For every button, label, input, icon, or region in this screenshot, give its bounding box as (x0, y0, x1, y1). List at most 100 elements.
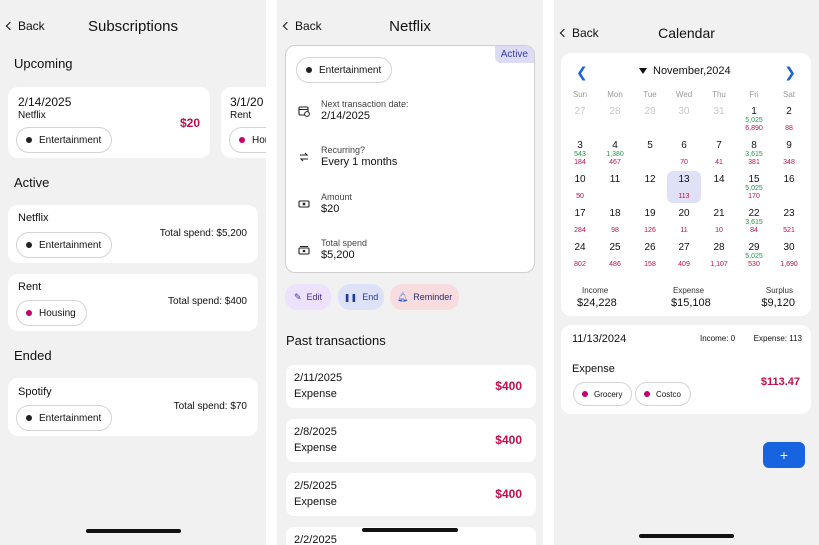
transaction-row[interactable]: 2/11/2025 Expense $400 (286, 365, 536, 408)
day-number: 6 (681, 140, 687, 151)
day-expense-amount: 88 (785, 125, 793, 132)
transaction-date: 2/2/2025 (294, 534, 337, 545)
category-tag: Entertainment (16, 232, 113, 258)
calendar-day-selected[interactable]: 13 113 (667, 171, 701, 203)
home-indicator (362, 528, 458, 532)
day-number: 20 (678, 208, 690, 219)
amount-label: Amount (321, 192, 353, 202)
chevron-left-icon: ❮ (576, 64, 588, 80)
next-date-label: Next transaction date: (321, 99, 409, 109)
transaction-type: Expense (294, 442, 337, 454)
day-number: 3 (577, 140, 583, 151)
calendar-day[interactable]: 22 3,615 84 (737, 205, 771, 237)
weekday-label: Wed (675, 90, 693, 99)
calendar-day[interactable]: 21 10 (702, 205, 736, 237)
total-spend: Total spend: $5,200 (159, 228, 247, 239)
calendar-day[interactable]: 28 1,107 (702, 239, 736, 271)
expense-value: $15,108 (671, 297, 711, 309)
prev-month-button[interactable]: ❮ (576, 64, 588, 81)
calendar-day[interactable]: 1 5,025 6,890 (737, 103, 771, 135)
calendar-day[interactable]: 28 (598, 103, 632, 135)
calendar-day[interactable]: 10 50 (563, 171, 597, 203)
day-number: 28 (713, 242, 725, 253)
calendar-day[interactable]: 7 41 (702, 137, 736, 169)
ended-card-spotify[interactable]: Spotify Entertainment Total spend: $70 (8, 378, 258, 436)
day-number: 27 (574, 106, 586, 117)
calendar-day[interactable]: 19 126 (633, 205, 667, 237)
calendar-day[interactable]: 24 802 (563, 239, 597, 271)
day-expense-amount: 10 (715, 227, 723, 234)
money-stack-icon (298, 246, 310, 255)
amount-value: $20 (321, 203, 340, 215)
calendar-day[interactable]: 17 284 (563, 205, 597, 237)
day-expense-amount: 84 (750, 227, 758, 234)
calendar-day[interactable]: 20 11 (667, 205, 701, 237)
calendar-day[interactable]: 30 1,690 (772, 239, 806, 271)
weekday-label: Fri (749, 90, 759, 99)
day-number: 14 (713, 174, 725, 185)
day-expense-amount: 113 (678, 193, 690, 200)
calendar-day[interactable]: 15 5,025 170 (737, 171, 771, 203)
upcoming-card-netflix[interactable]: 2/14/2025 Netflix Entertainment $20 (8, 87, 210, 158)
recurring-label: Recurring? (321, 145, 366, 155)
dot-icon (239, 137, 245, 143)
calendar-day[interactable]: 23 521 (772, 205, 806, 237)
repeat-icon (299, 152, 309, 162)
calendar-day[interactable]: 27 409 (667, 239, 701, 271)
day-number: 25 (609, 242, 621, 253)
calendar-day[interactable]: 8 3,615 381 (737, 137, 771, 169)
day-expense-amount: 486 (609, 261, 621, 268)
day-number: 27 (678, 242, 690, 253)
active-card-rent[interactable]: Rent Housing Total spend: $400 (8, 274, 258, 331)
end-button[interactable]: ❚❚ End (338, 284, 384, 310)
calendar-day[interactable]: 9 348 (772, 137, 806, 169)
calendar-day[interactable]: 6 70 (667, 137, 701, 169)
day-expense-amount: 348 (783, 159, 795, 166)
day-number: 16 (783, 174, 795, 185)
transaction-row[interactable]: 2/5/2025 Expense $400 (286, 473, 536, 516)
calendar-day[interactable]: 29 (633, 103, 667, 135)
calendar-day[interactable]: 4 1,380 467 (598, 137, 632, 169)
calendar-day[interactable]: 29 5,025 530 (737, 239, 771, 271)
transaction-row[interactable]: 2/8/2025 Expense $400 (286, 419, 536, 462)
calendar-day[interactable]: 25 486 (598, 239, 632, 271)
calendar-day[interactable]: 14 (702, 171, 736, 203)
month-selector[interactable]: November,2024 (639, 65, 731, 77)
day-detail-card: 11/13/2024 Income: 0 Expense: 113 Expens… (561, 325, 811, 414)
total-spend: Total spend: $400 (168, 296, 247, 307)
add-button[interactable]: + (763, 442, 805, 468)
calendar-day[interactable]: 11 (598, 171, 632, 203)
calendar-day[interactable]: 5 (633, 137, 667, 169)
day-number: 30 (783, 242, 795, 253)
total-spend-label: Total spend (321, 238, 368, 248)
next-month-button[interactable]: ❯ (784, 64, 796, 81)
calendar-day[interactable]: 31 (702, 103, 736, 135)
calendar-day[interactable]: 2 88 (772, 103, 806, 135)
day-expense-amount: 1,107 (710, 261, 728, 268)
calendar-clock-icon (298, 106, 310, 117)
calendar-day[interactable]: 16 (772, 171, 806, 203)
day-expense-amount: 6,890 (745, 125, 763, 132)
calendar-day[interactable]: 3 543 184 (563, 137, 597, 169)
calendar-day[interactable]: 26 158 (633, 239, 667, 271)
active-card-netflix[interactable]: Netflix Entertainment Total spend: $5,20… (8, 205, 258, 263)
bell-icon: 🔔︎ (396, 291, 409, 302)
category-tag: Hou (229, 127, 266, 153)
day-expense-amount: 530 (748, 261, 760, 268)
day-expense-amount: 170 (748, 193, 760, 200)
upcoming-date: 3/1/20 (230, 95, 264, 109)
edit-button[interactable]: ✎ Edit (285, 284, 331, 310)
day-expense-amount: 50 (576, 193, 584, 200)
calendar-day[interactable]: 12 (633, 171, 667, 203)
weekday-label: Sun (572, 90, 588, 99)
reminder-button[interactable]: 🔔︎ Reminder (390, 284, 459, 310)
calendar-day[interactable]: 27 (563, 103, 597, 135)
day-number: 4 (612, 140, 618, 151)
calendar-day[interactable]: 30 (667, 103, 701, 135)
day-expense-amount: 381 (748, 159, 760, 166)
subscription-name: Netflix (18, 212, 49, 224)
recurring-value: Every 1 months (321, 156, 398, 168)
day-expense-amount: 521 (783, 227, 795, 234)
upcoming-card-rent[interactable]: 3/1/20 Rent Hou (221, 87, 266, 158)
calendar-day[interactable]: 18 98 (598, 205, 632, 237)
